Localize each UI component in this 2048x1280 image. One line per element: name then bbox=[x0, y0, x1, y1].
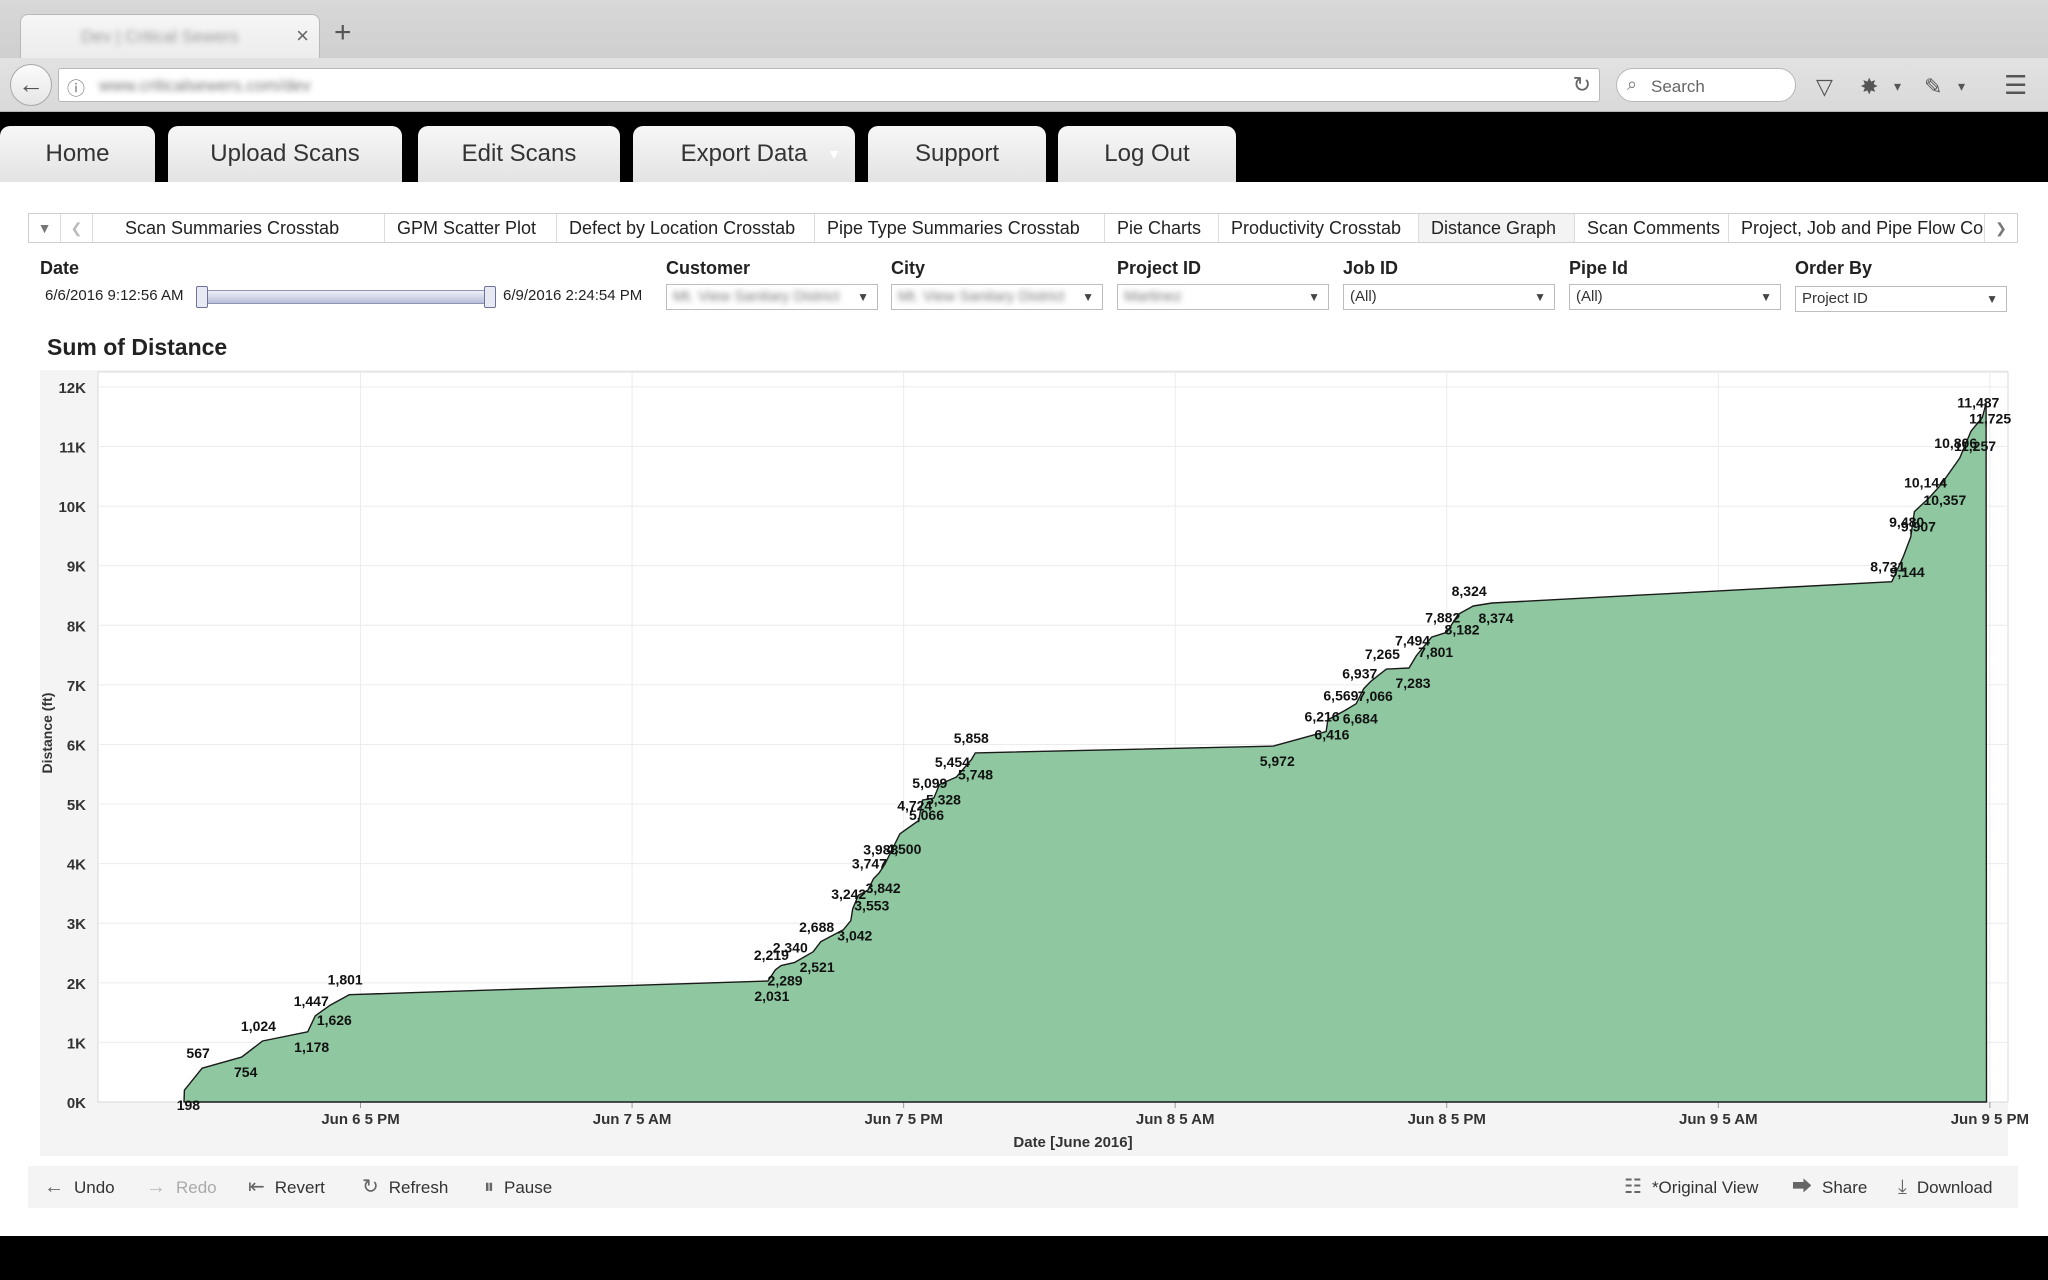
y-tick-label: 5K bbox=[67, 797, 86, 814]
x-tick-label: Jun 6 5 PM bbox=[321, 1111, 399, 1128]
download-label: Download bbox=[1916, 1178, 1993, 1197]
data-label: 2,688 bbox=[799, 919, 834, 935]
data-label: 5,858 bbox=[954, 730, 989, 746]
y-tick-label: 6K bbox=[67, 737, 86, 754]
data-label: 1,024 bbox=[241, 1018, 276, 1034]
y-tick-label: 9K bbox=[67, 559, 86, 576]
y-axis-title: Distance (ft) bbox=[39, 693, 55, 774]
redo-arrow-icon: → bbox=[146, 1176, 166, 1198]
share-icon: ⮕ bbox=[1792, 1176, 1812, 1198]
x-tick-label: Jun 8 5 PM bbox=[1408, 1111, 1486, 1128]
download-icon: ⤓ bbox=[1898, 1176, 1907, 1198]
data-label: 1,447 bbox=[294, 993, 329, 1009]
data-label: 198 bbox=[177, 1097, 201, 1113]
y-tick-label: 0K bbox=[67, 1095, 86, 1112]
revert-label: Revert bbox=[274, 1178, 325, 1197]
data-label: 6,416 bbox=[1314, 727, 1349, 743]
pause-icon: ⏸ bbox=[484, 1176, 494, 1198]
x-axis-title: Date [June 2016] bbox=[1013, 1134, 1132, 1151]
y-tick-label: 7K bbox=[67, 678, 86, 695]
bar-chart-icon: ☷ bbox=[1624, 1176, 1642, 1198]
revert-icon: ⇤ bbox=[248, 1176, 265, 1198]
data-label: 2,521 bbox=[800, 959, 835, 975]
download-button[interactable]: ⤓ Download bbox=[1898, 1166, 1992, 1208]
data-label: 754 bbox=[234, 1064, 258, 1080]
y-tick-label: 4K bbox=[67, 857, 86, 874]
original-view-label: *Original View bbox=[1651, 1178, 1759, 1197]
data-label: 8,182 bbox=[1445, 621, 1480, 637]
x-tick-label: Jun 7 5 AM bbox=[593, 1111, 672, 1128]
y-tick-label: 8K bbox=[67, 618, 86, 635]
undo-arrow-icon: ← bbox=[44, 1176, 64, 1198]
data-label: 8,324 bbox=[1452, 583, 1487, 599]
data-label: 10,144 bbox=[1904, 475, 1947, 491]
data-label: 1,626 bbox=[317, 1012, 352, 1028]
share-button[interactable]: ⮕ Share bbox=[1792, 1166, 1867, 1208]
data-label: 10,357 bbox=[1923, 492, 1966, 508]
data-label: 9,907 bbox=[1901, 519, 1936, 535]
refresh-label: Refresh bbox=[388, 1178, 449, 1197]
y-tick-label: 10K bbox=[58, 499, 86, 516]
viz-toolbar: ← Undo → Redo ⇤ Revert ↻ Refresh ⏸ Pause ☷ *Or… bbox=[28, 1166, 2018, 1208]
refresh-button[interactable]: ↻ Refresh bbox=[362, 1166, 448, 1208]
data-label: 11,487 bbox=[1957, 394, 1999, 410]
data-label: 5,099 bbox=[912, 775, 947, 791]
data-label: 3,842 bbox=[866, 880, 901, 896]
y-tick-label: 12K bbox=[58, 380, 86, 397]
data-label: 11,725 bbox=[1969, 410, 2011, 426]
data-label: 3,553 bbox=[854, 897, 889, 913]
y-tick-label: 1K bbox=[67, 1035, 86, 1052]
data-label: 2,289 bbox=[768, 973, 803, 989]
distance-area-chart: 0K 1K 2K 3K 4K 5K 6K 7K 8K 9K 10K 11K 12K Jun 6 5 PM J… bbox=[39, 370, 2029, 1156]
data-label: 3,042 bbox=[837, 928, 872, 944]
data-label: 6,937 bbox=[1342, 666, 1377, 682]
data-label: 3,747 bbox=[852, 856, 887, 872]
redo-label: Redo bbox=[176, 1178, 217, 1197]
data-label: 1,801 bbox=[328, 972, 363, 988]
undo-button[interactable]: ← Undo bbox=[44, 1166, 115, 1208]
data-label: 4,500 bbox=[886, 841, 921, 857]
revert-button[interactable]: ⇤ Revert bbox=[248, 1166, 325, 1208]
data-label: 7,265 bbox=[1365, 646, 1400, 662]
pause-label: Pause bbox=[504, 1178, 553, 1197]
data-label: 2,340 bbox=[773, 940, 808, 956]
data-label: 1,178 bbox=[294, 1039, 329, 1055]
footer-bar bbox=[0, 1236, 2048, 1280]
redo-button[interactable]: → Redo bbox=[146, 1166, 217, 1208]
data-label: 9,144 bbox=[1890, 564, 1925, 580]
pause-button[interactable]: ⏸ Pause bbox=[484, 1166, 552, 1208]
data-label: 7,283 bbox=[1396, 675, 1431, 691]
refresh-icon: ↻ bbox=[362, 1176, 379, 1198]
data-label: 7,801 bbox=[1418, 644, 1453, 660]
data-label: 2,031 bbox=[754, 988, 789, 1004]
data-label: 8,374 bbox=[1478, 610, 1513, 626]
data-label: 6,216 bbox=[1305, 709, 1340, 725]
original-view-button[interactable]: ☷ *Original View bbox=[1624, 1166, 1758, 1208]
data-label: 567 bbox=[186, 1045, 210, 1061]
x-tick-label: Jun 9 5 PM bbox=[1951, 1111, 2029, 1128]
data-label: 11,257 bbox=[1954, 438, 1996, 454]
data-label: 7,066 bbox=[1358, 688, 1393, 704]
data-label: 6,569 bbox=[1323, 688, 1358, 704]
x-tick-label: Jun 9 5 AM bbox=[1679, 1111, 1758, 1128]
x-tick-label: Jun 7 5 PM bbox=[864, 1111, 942, 1128]
data-label: 5,328 bbox=[926, 791, 961, 807]
data-label: 5,066 bbox=[909, 807, 944, 823]
data-label: 6,684 bbox=[1343, 711, 1378, 727]
data-label: 5,748 bbox=[958, 766, 993, 782]
y-tick-label: 3K bbox=[67, 916, 86, 933]
share-label: Share bbox=[1822, 1178, 1868, 1197]
undo-label: Undo bbox=[74, 1178, 115, 1197]
y-tick-label: 11K bbox=[59, 439, 86, 456]
x-tick-label: Jun 8 5 AM bbox=[1136, 1111, 1215, 1128]
data-label: 5,972 bbox=[1260, 753, 1295, 769]
y-tick-label: 2K bbox=[67, 976, 86, 993]
